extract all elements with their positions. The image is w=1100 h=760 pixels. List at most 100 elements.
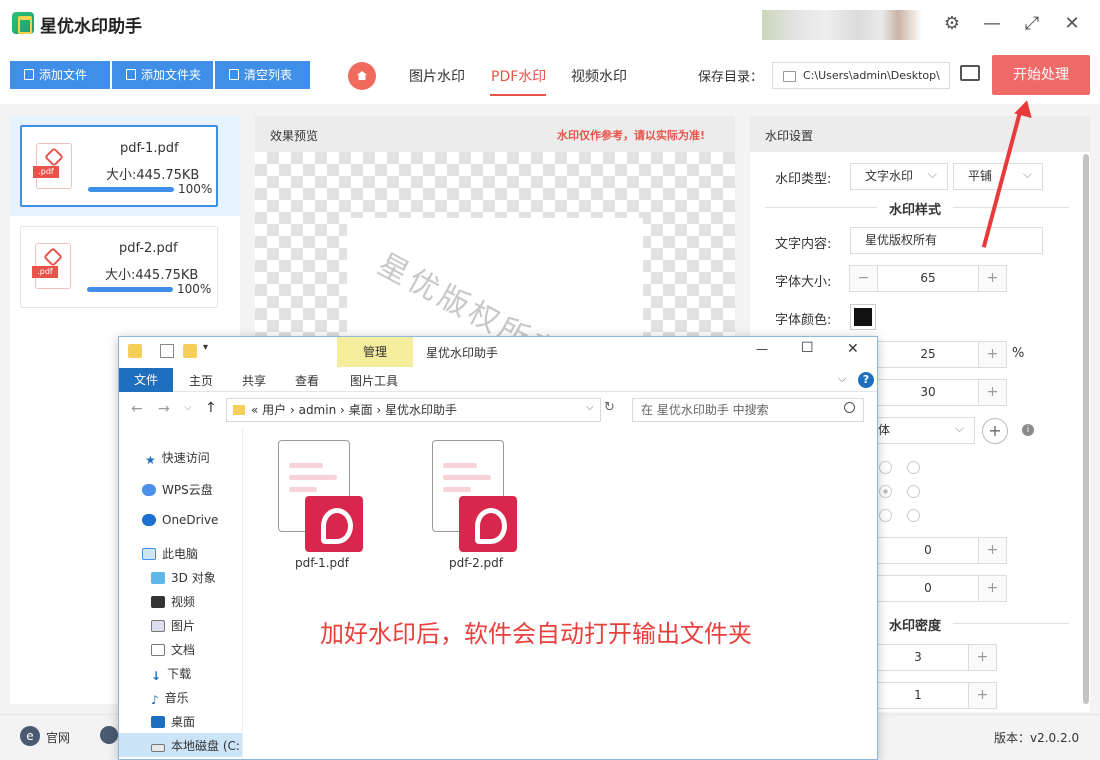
pdf-file-icon: .pdf [33, 143, 72, 189]
start-process-button[interactable]: 开始处理 [992, 55, 1090, 95]
ribbon-tab-view[interactable]: 查看 [295, 372, 319, 389]
open-folder-icon[interactable] [960, 65, 980, 81]
folder-icon [233, 405, 245, 415]
progress-bar [88, 187, 174, 192]
settings-scrollbar[interactable] [1083, 154, 1089, 704]
position-radio[interactable] [907, 461, 920, 474]
stepper-value: 25 [920, 347, 936, 361]
ribbon-tab-picture-tools[interactable]: 图片工具 [350, 372, 398, 389]
minimize-button[interactable]: — [980, 12, 1004, 36]
file-item-pdf-1[interactable] [270, 440, 363, 552]
drive-icon [151, 744, 165, 752]
explorer-maximize-button[interactable]: ☐ [801, 340, 814, 356]
back-icon[interactable]: ← [131, 401, 143, 417]
file-item[interactable]: .pdf pdf-2.pdf 大小:445.75KB 100% [20, 226, 218, 308]
home-icon[interactable] [348, 62, 376, 90]
add-font-button[interactable]: + [982, 418, 1008, 444]
file-item-pdf-2[interactable] [424, 440, 517, 552]
font-color-label: 字体颜色: [775, 313, 832, 328]
video-icon [151, 596, 165, 608]
browser-icon[interactable]: e [20, 726, 40, 746]
increment-button[interactable]: + [968, 683, 996, 708]
nav-local-disk[interactable]: 本地磁盘 (C: [151, 737, 240, 754]
text-content-input[interactable]: 星优版权所有 [850, 227, 1043, 254]
app-title: 星优水印助手 [40, 17, 142, 37]
nav-videos[interactable]: 视频 [151, 593, 195, 610]
file-name[interactable]: pdf-2.pdf [426, 556, 526, 570]
star-icon: ★ [145, 453, 156, 467]
decrement-button[interactable]: − [850, 266, 878, 291]
position-radio[interactable] [907, 509, 920, 522]
download-icon: ↓ [151, 669, 162, 683]
file-name[interactable]: pdf-1.pdf [272, 556, 372, 570]
website-link[interactable]: 官网 [46, 729, 70, 746]
nav-onedrive[interactable]: OneDrive [142, 513, 218, 527]
computer-icon [142, 548, 156, 560]
font-color-swatch[interactable] [850, 304, 876, 330]
add-folder-button[interactable]: 添加文件夹 [112, 61, 213, 89]
folder-icon [128, 344, 142, 358]
maximize-button[interactable]: ⤢ [1020, 12, 1044, 36]
explorer-close-button[interactable]: ✕ [847, 341, 859, 357]
text-content-label: 文字内容: [775, 237, 832, 252]
position-radio[interactable] [879, 509, 892, 522]
up-icon[interactable]: ↑ [205, 400, 217, 416]
settings-icon[interactable]: ⚙ [940, 12, 964, 36]
add-file-button[interactable]: 添加文件 [10, 61, 110, 89]
properties-icon[interactable] [160, 344, 174, 358]
help-icon[interactable]: ? [858, 372, 874, 388]
refresh-icon[interactable]: ↻ [604, 400, 615, 415]
manage-tab[interactable]: 管理 [337, 337, 413, 367]
font-size-stepper[interactable]: − 65 + [849, 265, 1007, 292]
nav-quick-access[interactable]: ★ 快速访问 [145, 449, 210, 467]
pdf-badge-icon [459, 496, 517, 552]
file-size: 大小:445.75KB [106, 168, 200, 183]
ribbon-expand-icon[interactable]: ⌵ [838, 372, 846, 386]
forward-icon[interactable]: → [158, 401, 170, 417]
nav-this-pc[interactable]: 此电脑 [142, 545, 198, 562]
nav-label: 此电脑 [162, 547, 199, 561]
nav-documents[interactable]: 文档 [151, 641, 195, 658]
ribbon-tab-file[interactable]: 文件 [119, 368, 173, 392]
increment-button[interactable]: + [978, 576, 1006, 601]
nav-3d-objects[interactable]: 3D 对象 [151, 569, 216, 586]
watermark-type-select[interactable]: 文字水印 [850, 162, 948, 190]
position-radio[interactable] [907, 485, 920, 498]
increment-button[interactable]: + [978, 380, 1006, 405]
nav-downloads[interactable]: ↓ 下载 [151, 665, 191, 683]
increment-button[interactable]: + [978, 342, 1006, 367]
new-folder-icon[interactable] [183, 344, 197, 358]
stepper-value: 30 [920, 385, 936, 399]
clear-list-label: 清空列表 [244, 68, 293, 82]
info-icon[interactable]: i [1022, 424, 1034, 436]
preview-title: 效果预览 [270, 129, 319, 143]
chat-icon[interactable] [100, 726, 118, 744]
clear-list-button[interactable]: 清空列表 [215, 61, 310, 89]
nav-wps-cloud[interactable]: WPS云盘 [142, 481, 213, 498]
nav-desktop[interactable]: 桌面 [151, 713, 195, 730]
search-input[interactable]: 在 星优水印助手 中搜索 [632, 398, 864, 422]
nav-music[interactable]: ♪ 音乐 [151, 689, 189, 707]
ribbon-tab-home[interactable]: 主页 [189, 372, 213, 389]
explorer-minimize-button[interactable]: — [756, 342, 768, 356]
nav-pictures[interactable]: 图片 [151, 617, 195, 634]
file-item[interactable]: .pdf pdf-1.pdf 大小:445.75KB 100% [20, 125, 218, 207]
increment-button[interactable]: + [968, 645, 996, 670]
tab-pdf-watermark[interactable]: PDF水印 [491, 66, 546, 86]
increment-button[interactable]: + [978, 538, 1006, 563]
recent-dropdown-icon[interactable]: ⌵ [184, 402, 192, 413]
position-radio[interactable] [879, 461, 892, 474]
desktop-icon [151, 716, 165, 728]
tab-image-watermark[interactable]: 图片水印 [409, 66, 465, 86]
close-button[interactable]: ✕ [1060, 12, 1084, 36]
increment-button[interactable]: + [978, 266, 1006, 291]
position-radio-selected[interactable] [879, 485, 892, 498]
progress-percent: 100% [178, 182, 213, 196]
tab-video-watermark[interactable]: 视频水印 [571, 66, 627, 86]
save-dir-input[interactable]: C:\Users\admin\Desktop\ [772, 62, 950, 89]
quick-access-dropdown-icon[interactable]: ▾ [203, 342, 208, 353]
user-avatar[interactable] [762, 10, 922, 40]
address-dropdown-icon[interactable]: ⌵ [586, 402, 594, 413]
ribbon-tab-share[interactable]: 共享 [242, 372, 266, 389]
address-bar[interactable]: « 用户 › admin › 桌面 › 星优水印助手 [226, 398, 601, 422]
